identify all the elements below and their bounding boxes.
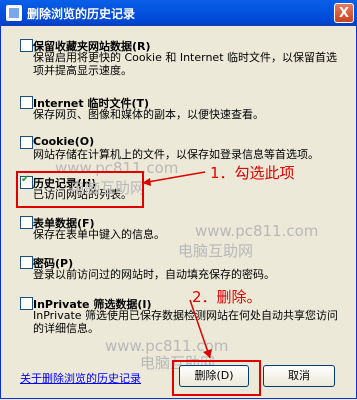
checkbox-form-data[interactable] <box>20 216 33 229</box>
cancel-button[interactable]: 取消 <box>263 365 335 387</box>
option-title: Cookie(O) <box>33 135 95 148</box>
annotation-step2: 2．删除。 <box>192 288 262 306</box>
checkbox-passwords[interactable] <box>20 256 33 269</box>
annotation-step1: 1．勾选此项 <box>210 164 295 182</box>
history-highlight-box <box>16 171 144 208</box>
title-bar[interactable]: 删除浏览的历史记录 X <box>0 0 357 26</box>
about-delete-history-link[interactable]: 关于删除浏览的历史记录 <box>20 370 141 386</box>
checkbox-temp-files[interactable] <box>20 96 33 109</box>
checkbox-inprivate-filtering[interactable] <box>20 297 33 310</box>
option-description: 保存网页、图像和媒体的副本，以便快速查看。 <box>33 108 264 121</box>
window-title: 删除浏览的历史记录 <box>27 7 136 21</box>
option-description: 保留启用将更快的 Cookie 和 Internet 临时文件，以保留首选项并提… <box>33 51 337 77</box>
close-button[interactable]: X <box>334 3 354 23</box>
ie-app-icon <box>6 5 22 21</box>
checkbox-cookies[interactable] <box>20 136 33 149</box>
watermark-cn: 电脑互助网 <box>178 242 254 260</box>
delete-button[interactable]: 删除(D) <box>179 365 249 387</box>
option-description: InPrivate 筛选使用已保存数据检测网站在何处自动共享您访问的详细信息。 <box>33 309 339 335</box>
option-description: 登录以前访问过的网站时，自动填充保存的密码。 <box>33 268 275 281</box>
watermark-url: www.pc811.com <box>195 222 319 240</box>
checkbox-preserve-favorites[interactable] <box>20 39 33 52</box>
